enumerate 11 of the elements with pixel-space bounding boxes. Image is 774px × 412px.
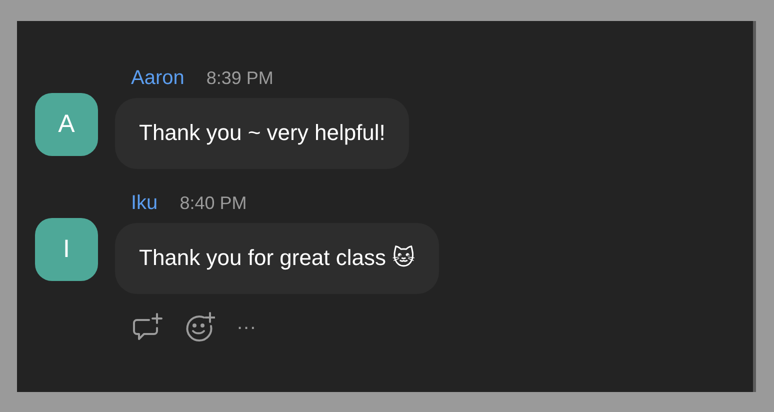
more-options-button[interactable]: ... — [237, 313, 257, 341]
message-time: 8:40 PM — [180, 193, 247, 214]
message-bubble: Thank you ~ very helpful! — [115, 98, 410, 169]
sender-name[interactable]: Iku — [131, 192, 158, 215]
user-avatar[interactable]: A — [35, 93, 98, 156]
user-avatar[interactable]: I — [35, 218, 98, 281]
sender-name[interactable]: Aaron — [131, 67, 184, 90]
add-emoji-icon[interactable] — [185, 312, 215, 342]
message-bubble: Thank you for great class 🐱 — [115, 223, 440, 294]
message-time: 8:39 PM — [206, 68, 274, 89]
add-reply-icon[interactable] — [132, 313, 163, 341]
